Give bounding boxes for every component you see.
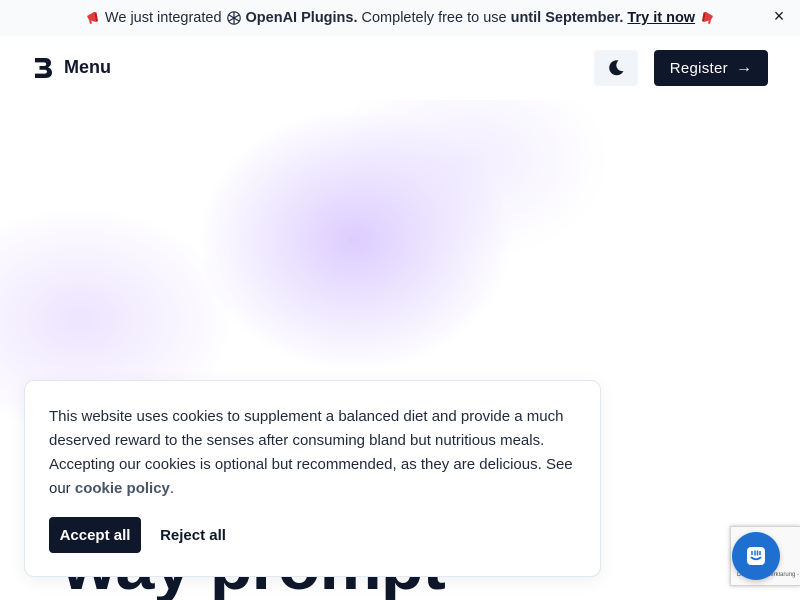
reject-all-button[interactable]: Reject all <box>149 517 237 553</box>
menu-button[interactable]: Menu <box>64 57 111 78</box>
register-label: Register <box>669 59 728 77</box>
cookie-period: . <box>169 480 175 497</box>
arrow-right-icon: → <box>735 59 753 76</box>
cookie-policy-link[interactable]: cookie policy <box>75 480 170 497</box>
close-icon[interactable]: × <box>772 7 786 25</box>
announcement-text-2: Completely free to use <box>361 10 507 26</box>
moon-icon <box>609 60 624 76</box>
openai-icon <box>226 11 241 25</box>
announcement-until: until September. <box>510 10 624 26</box>
site-header: Menu Register → <box>0 36 800 100</box>
glow-blob <box>200 110 510 370</box>
announcement-plugins: OpenAI Plugins. <box>245 10 358 26</box>
chat-launcher-button[interactable] <box>732 532 780 580</box>
chat-icon <box>747 547 765 565</box>
theme-toggle-button[interactable] <box>594 50 638 86</box>
announcement-bar: We just integrated OpenAI Plugins. Compl… <box>0 0 800 36</box>
cookie-text: This website uses cookies to supplement … <box>49 405 579 501</box>
accept-all-button[interactable]: Accept all <box>49 517 141 553</box>
cookie-banner: This website uses cookies to supplement … <box>24 380 601 577</box>
register-button[interactable]: Register → <box>654 50 768 86</box>
logo-icon[interactable] <box>33 57 53 79</box>
megaphone-icon <box>86 12 98 24</box>
try-it-now-link[interactable]: Try it now <box>627 10 695 26</box>
megaphone-icon <box>702 12 714 24</box>
announcement-text-1: We just integrated <box>104 10 222 26</box>
